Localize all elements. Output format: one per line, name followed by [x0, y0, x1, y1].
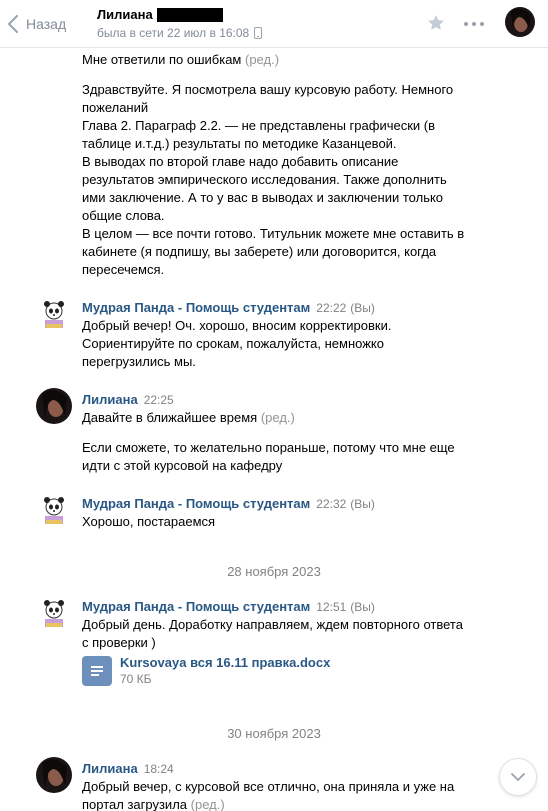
more-icon[interactable]: [462, 14, 486, 34]
chat-header: Назад Лилиана была в сети 22 июл в 16:08: [0, 0, 548, 48]
message-header: Лилиана 22:25: [82, 392, 174, 407]
message-header: Мудрая Панда - Помощь студентам 22:32 (В…: [82, 496, 375, 511]
panda-avatar[interactable]: [36, 296, 72, 332]
message-time[interactable]: 22:22: [316, 301, 346, 315]
you-mark: (Вы): [350, 497, 375, 511]
peer-avatar[interactable]: [505, 7, 535, 37]
message-text: Здравствуйте. Я посмотрела вашу курсовую…: [82, 81, 472, 279]
message-paragraph: В выводах по второй главе надо добавить …: [82, 154, 447, 223]
message-paragraph: Здравствуйте. Я посмотрела вашу курсовую…: [82, 82, 454, 115]
document-size: 70 КБ: [120, 672, 152, 686]
message-text: Добрый вечер, с курсовой все отлично, он…: [82, 779, 455, 811]
phone-icon: [254, 27, 263, 39]
document-name[interactable]: Kursovaya вся 16.11 правка.docx: [120, 654, 330, 671]
back-label: Назад: [26, 16, 67, 32]
chevron-down-icon: [511, 773, 525, 781]
you-mark: (Вы): [350, 600, 375, 614]
author-name[interactable]: Мудрая Панда - Помощь студентам: [82, 496, 310, 511]
author-name[interactable]: Лилиана: [82, 761, 138, 776]
peer-status: была в сети 22 июл в 16:08: [97, 26, 263, 40]
message-text: Если сможете, то желательно пораньше, по…: [82, 440, 455, 473]
peer-info[interactable]: Лилиана была в сети 22 июл в 16:08: [97, 7, 263, 40]
date-separator: 30 ноября 2023: [227, 726, 321, 741]
date-separator: 28 ноября 2023: [227, 564, 321, 579]
message-feed: Мне ответили по ошибкам (ред.) Здравству…: [0, 48, 548, 811]
edited-mark: (ред.): [190, 797, 225, 811]
author-name[interactable]: Лилиана: [82, 392, 138, 407]
document-attachment[interactable]: Kursovaya вся 16.11 правка.docx 70 КБ: [82, 654, 330, 688]
message-time[interactable]: 18:24: [144, 762, 174, 776]
panda-avatar[interactable]: [36, 595, 72, 631]
message-paragraph: В целом — все почти готово. Титульник мо…: [82, 226, 465, 277]
message-paragraph: Глава 2. Параграф 2.2. — не представлены…: [82, 118, 436, 151]
star-icon[interactable]: [426, 13, 446, 33]
edited-mark: (ред.): [260, 410, 295, 425]
message-header: Мудрая Панда - Помощь студентам 12:51 (В…: [82, 599, 375, 614]
message-text: Хорошо, постараемся: [82, 514, 216, 529]
document-icon: [82, 656, 112, 686]
edited-mark: (ред.): [245, 52, 280, 67]
author-name[interactable]: Мудрая Панда - Помощь студентам: [82, 599, 310, 614]
message-time[interactable]: 12:51: [316, 600, 346, 614]
you-mark: (Вы): [350, 301, 375, 315]
panda-avatar[interactable]: [36, 492, 72, 528]
redacted-block: [156, 7, 223, 22]
message-text: Мне ответили по ошибкам (ред.): [82, 52, 280, 67]
message-text: Добрый день. Доработку направляем, ждем …: [82, 617, 463, 650]
peer-name: Лилиана: [97, 7, 153, 22]
message-header: Мудрая Панда - Помощь студентам 22:22 (В…: [82, 300, 375, 315]
author-name[interactable]: Мудрая Панда - Помощь студентам: [82, 300, 310, 315]
message-time[interactable]: 22:32: [316, 497, 346, 511]
liliana-avatar[interactable]: [36, 757, 72, 793]
scroll-down-button[interactable]: [499, 758, 537, 796]
back-button[interactable]: Назад: [8, 12, 66, 36]
message-text: Добрый вечер! Оч. хорошо, вносим коррект…: [82, 318, 392, 369]
liliana-avatar[interactable]: [36, 388, 72, 424]
message-text: Давайте в ближайшее время (ред.): [82, 410, 295, 425]
message-header: Лилиана 18:24: [82, 761, 174, 776]
chevron-left-icon: [8, 15, 18, 33]
peer-status-text: была в сети 22 июл в 16:08: [97, 26, 250, 40]
message-time[interactable]: 22:25: [144, 393, 174, 407]
